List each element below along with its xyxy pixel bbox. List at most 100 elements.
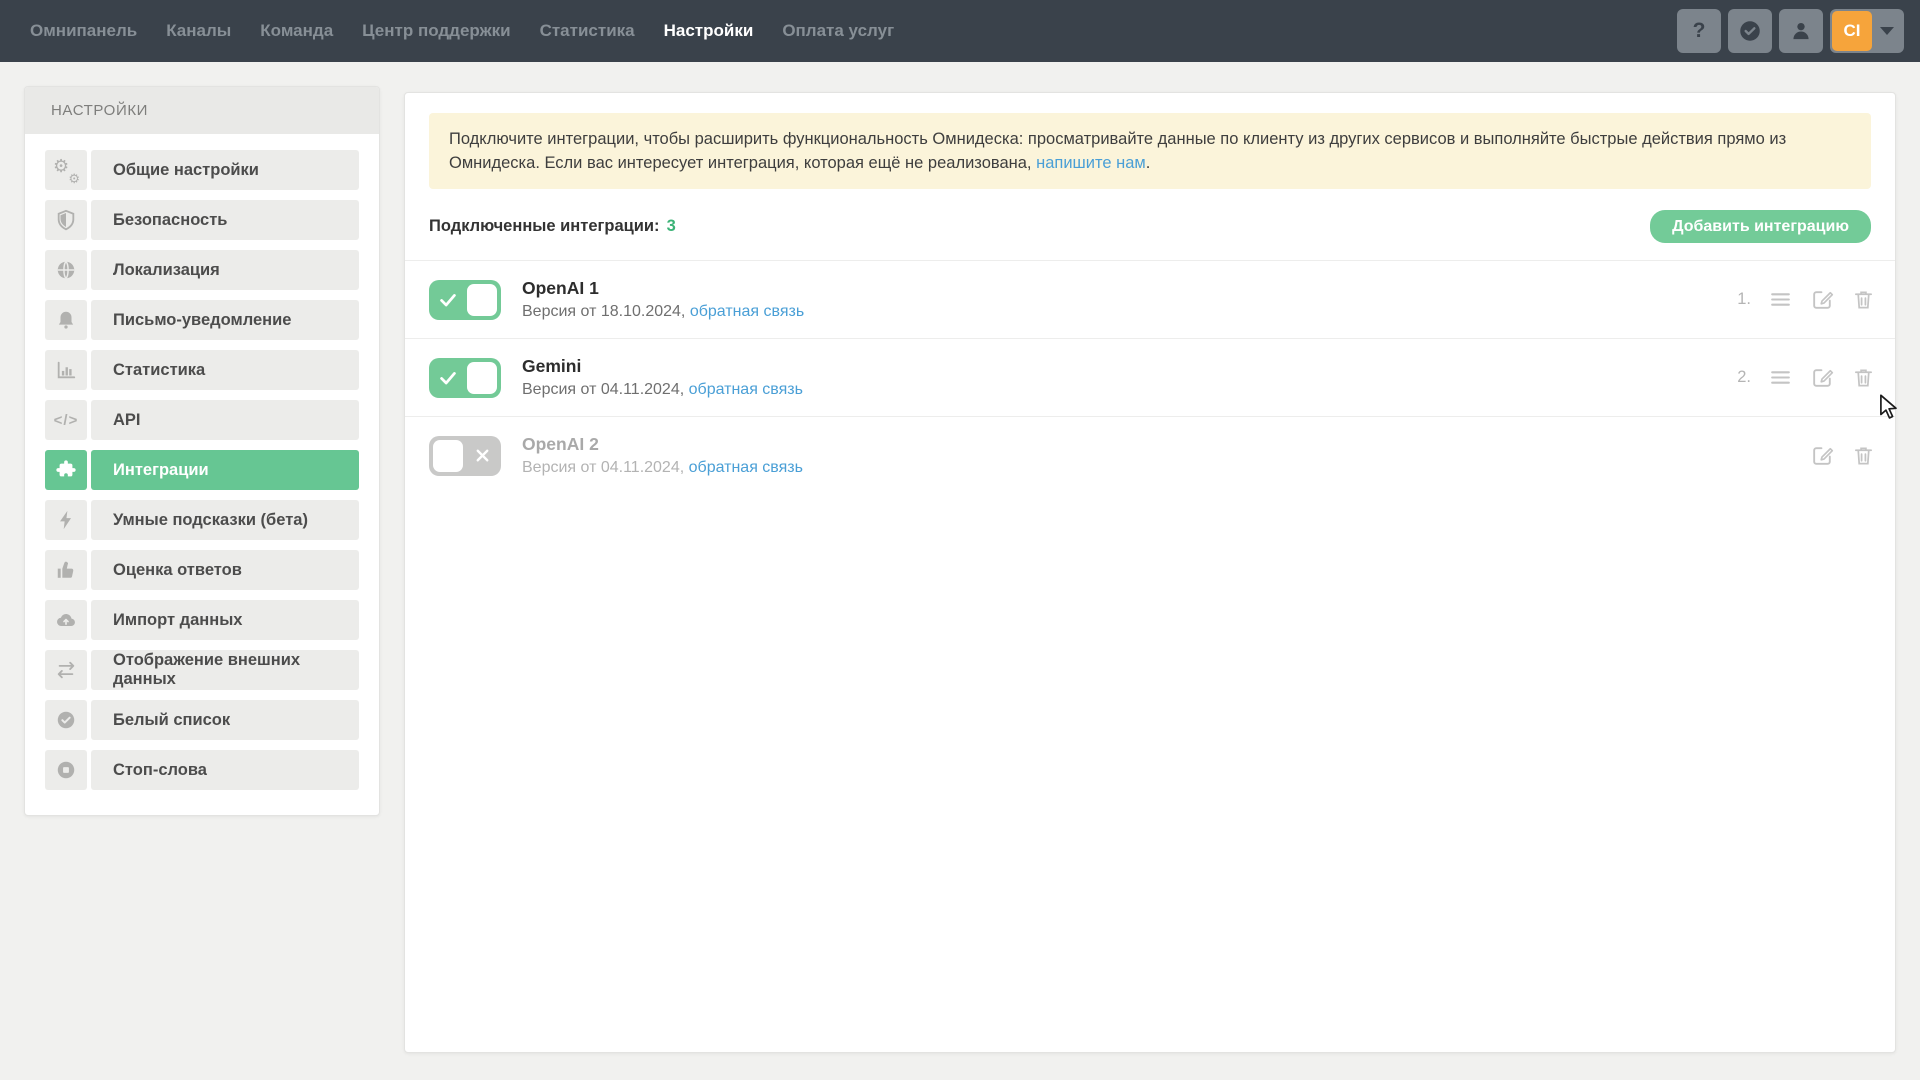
sidebar-item-label: Локализация [91,250,359,290]
sidebar-item-api[interactable]: </> API [45,400,359,440]
shield-icon [45,200,87,240]
trash-icon[interactable] [1852,444,1875,467]
main-nav: Омнипанель Каналы Команда Центр поддержк… [30,21,894,41]
integration-info: OpenAI 2 Версия от 04.11.2024, обратная … [522,434,803,477]
sidebar-item-label: Оценка ответов [91,550,359,590]
user-icon [1788,18,1814,44]
feedback-link[interactable]: обратная связь [689,381,803,398]
code-icon: </> [45,400,87,440]
toggle-openai2[interactable] [429,436,501,476]
row-actions: 2. [1737,365,1875,390]
toggle-knob [433,440,463,472]
nav-item-settings[interactable]: Настройки [664,21,754,41]
sidebar-item-label: API [91,400,359,440]
feedback-link[interactable]: обратная связь [689,459,803,476]
sidebar-item-label: Письмо-уведомление [91,300,359,340]
integration-title: OpenAI 2 [522,434,803,455]
thumb-up-icon [45,550,87,590]
top-navbar: Омнипанель Каналы Команда Центр поддержк… [0,0,1920,62]
sidebar-item-label: Безопасность [91,200,359,240]
sidebar-item-label: Отображение внешних данных [91,650,359,690]
puzzle-icon [45,450,87,490]
bar-chart-icon [45,350,87,390]
sidebar-item-integrations[interactable]: Интеграции [45,450,359,490]
sidebar-item-answer-rating[interactable]: Оценка ответов [45,550,359,590]
edit-icon[interactable] [1810,287,1835,312]
info-banner: Подключите интеграции, чтобы расширить ф… [429,113,1871,189]
sidebar-item-label: Белый список [91,700,359,740]
nav-item-statistics[interactable]: Статистика [540,21,635,41]
nav-right-controls: ? CI [1677,9,1904,53]
badge-check-icon [1737,18,1763,44]
account-menu-button[interactable]: CI [1830,9,1904,53]
help-button[interactable]: ? [1677,9,1721,53]
banner-text-end: . [1146,154,1151,172]
sidebar-title: НАСТРОЙКИ [25,87,379,134]
sidebar-item-label: Интеграции [91,450,359,490]
sidebar-item-notification-email[interactable]: Письмо-уведомление [45,300,359,340]
profile-button[interactable] [1779,9,1823,53]
nav-item-team[interactable]: Команда [260,21,333,41]
integration-info: Gemini Версия от 04.11.2024, обратная св… [522,356,803,399]
feedback-link[interactable]: обратная связь [690,303,804,320]
edit-icon[interactable] [1810,443,1835,468]
status-button[interactable] [1728,9,1772,53]
cross-icon [463,436,501,476]
integrations-panel: Подключите интеграции, чтобы расширить ф… [404,92,1896,1053]
integration-title: OpenAI 1 [522,278,804,299]
sidebar-item-label: Статистика [91,350,359,390]
mouse-cursor [1878,394,1902,425]
sidebar-item-security[interactable]: Безопасность [45,200,359,240]
integration-info: OpenAI 1 Версия от 18.10.2024, обратная … [522,278,804,321]
sidebar-item-stop-words[interactable]: Стоп-слова [45,750,359,790]
order-number: 1. [1737,290,1751,309]
write-us-link[interactable]: напишите нам [1036,154,1146,172]
integration-version: Версия от 04.11.2024, [522,381,684,398]
nav-item-support-center[interactable]: Центр поддержки [362,21,510,41]
avatar: CI [1832,11,1872,51]
drag-handle-icon[interactable] [1768,287,1793,312]
connected-integrations-count: 3 [667,217,676,236]
nav-item-billing[interactable]: Оплата услуг [782,21,894,41]
toggle-knob [467,284,497,316]
check-icon [429,358,467,398]
toggle-openai1[interactable] [429,280,501,320]
check-icon [429,280,467,320]
sidebar-items: ⚙⚙ Общие настройки Безопасность Локализа… [25,134,379,790]
check-badge-icon [45,700,87,740]
row-actions [1810,443,1875,468]
trash-icon[interactable] [1852,366,1875,389]
order-number: 2. [1737,368,1751,387]
sidebar-item-localization[interactable]: Локализация [45,250,359,290]
drag-handle-icon[interactable] [1768,365,1793,390]
toggle-knob [467,362,497,394]
sidebar-item-data-import[interactable]: Импорт данных [45,600,359,640]
nav-item-channels[interactable]: Каналы [166,21,231,41]
help-icon: ? [1693,19,1706,43]
chevron-down-icon [1872,27,1902,35]
nav-item-omnipanel[interactable]: Омнипанель [30,21,137,41]
lightning-icon [45,500,87,540]
swap-arrows-icon [45,650,87,690]
sidebar-item-statistics[interactable]: Статистика [45,350,359,390]
integration-version: Версия от 04.11.2024, [522,459,684,476]
edit-icon[interactable] [1810,365,1835,390]
sidebar-item-label: Умные подсказки (бета) [91,500,359,540]
bell-icon [45,300,87,340]
toggle-gemini[interactable] [429,358,501,398]
sidebar-item-whitelist[interactable]: Белый список [45,700,359,740]
stop-icon [45,750,87,790]
sidebar-item-general-settings[interactable]: ⚙⚙ Общие настройки [45,150,359,190]
sidebar-item-smart-hints[interactable]: Умные подсказки (бета) [45,500,359,540]
integration-row: OpenAI 1 Версия от 18.10.2024, обратная … [405,260,1895,338]
sidebar-item-label: Общие настройки [91,150,359,190]
integration-version: Версия от 18.10.2024, [522,303,685,320]
sidebar-item-external-data[interactable]: Отображение внешних данных [45,650,359,690]
sidebar-item-label: Импорт данных [91,600,359,640]
integration-row: OpenAI 2 Версия от 04.11.2024, обратная … [405,416,1895,494]
add-integration-button[interactable]: Добавить интеграцию [1650,210,1871,243]
connected-integrations-label: Подключенные интеграции: [429,217,660,236]
trash-icon[interactable] [1852,288,1875,311]
gears-icon: ⚙⚙ [45,150,87,190]
list-header: Подключенные интеграции: 3 Добавить инте… [429,210,1871,243]
